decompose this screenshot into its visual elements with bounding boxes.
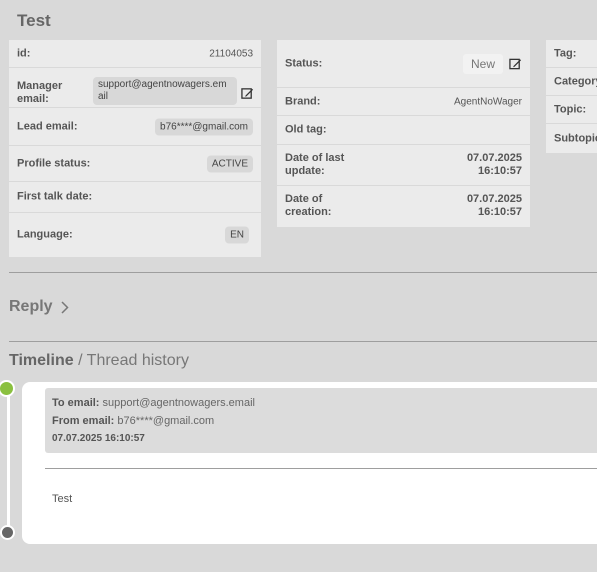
- reply-label: Reply: [9, 298, 53, 315]
- reply-toggle[interactable]: Reply: [9, 298, 69, 316]
- status-value[interactable]: New: [462, 53, 503, 74]
- classification-card: Tag: Category: Topic: Subtopic:: [546, 40, 597, 153]
- tag-label: Tag:: [554, 47, 577, 59]
- row-manager-email: Manager email: support@agentnowagers.ema…: [9, 68, 261, 108]
- row-language: Language: EN: [9, 213, 261, 257]
- message-header: To email: support@agentnowagers.email Fr…: [45, 388, 597, 453]
- timeline-title: Timeline / Thread history: [9, 352, 189, 370]
- profile-status-badge: ACTIVE: [206, 155, 253, 172]
- row-first-talk: First talk date:: [9, 182, 261, 213]
- divider: [9, 272, 597, 273]
- row-topic: Topic:: [546, 96, 597, 124]
- language-label: Language:: [17, 228, 73, 241]
- message-separator: [45, 468, 597, 469]
- timeline-start-dot: [0, 380, 15, 397]
- language-badge: EN: [225, 226, 249, 244]
- brand-label: Brand:: [285, 95, 321, 107]
- from-email-line: From email: b76****@gmail.com: [52, 415, 214, 427]
- id-label: id:: [17, 47, 31, 59]
- profile-status-label: Profile status:: [17, 157, 91, 169]
- row-id: id: 21104053: [9, 40, 261, 68]
- message-date: 07.07.2025 16:10:57: [52, 433, 145, 444]
- creation-label: Date of creation:: [285, 193, 332, 218]
- row-tag: Tag:: [546, 40, 597, 68]
- first-talk-label: First talk date:: [17, 190, 93, 203]
- lead-email-value: b76****@gmail.com: [155, 118, 253, 135]
- row-brand: Brand: AgentNoWager: [277, 88, 530, 116]
- manager-email-label: Manager email:: [17, 80, 63, 105]
- creation-date: 07.07.2025: [466, 193, 522, 205]
- topic-label: Topic:: [554, 103, 587, 115]
- to-email-value: support@agentnowagers.email: [102, 397, 255, 409]
- last-update-label: Date of last update:: [285, 152, 345, 177]
- message-card: To email: support@agentnowagers.email Fr…: [22, 382, 597, 544]
- subtopic-label: Subtopic:: [554, 132, 597, 144]
- message-body: Test: [52, 493, 73, 505]
- row-category: Category:: [546, 68, 597, 96]
- row-status: Status: New: [277, 40, 530, 88]
- ticket-info-card: Status: New Brand: AgentNoWager Old tag:…: [277, 40, 530, 227]
- creation-time: 16:10:57: [477, 206, 522, 218]
- thread-history-label: / Thread history: [78, 352, 189, 369]
- timeline-label: Timeline: [9, 352, 74, 369]
- timeline-end-dot: [0, 525, 15, 540]
- to-email-line: To email: support@agentnowagers.email: [52, 397, 255, 409]
- last-update-date: 07.07.2025: [466, 152, 522, 164]
- page-title: Test: [17, 11, 51, 30]
- last-update-time: 16:10:57: [477, 165, 522, 177]
- row-last-update: Date of last update: 07.07.2025 16:10:57: [277, 145, 530, 186]
- old-tag-label: Old tag:: [285, 123, 327, 136]
- edit-icon[interactable]: [241, 87, 254, 100]
- edit-icon[interactable]: [509, 57, 522, 70]
- status-label: Status:: [285, 57, 323, 69]
- row-old-tag: Old tag:: [277, 116, 530, 145]
- manager-email-value: support@agentnowagers.email: [93, 77, 237, 105]
- divider: [9, 341, 597, 342]
- timeline-line: [7, 390, 10, 534]
- chevron-right-icon: [61, 300, 69, 314]
- lead-info-card: id: 21104053 Manager email: support@agen…: [9, 40, 261, 257]
- from-email-value: b76****@gmail.com: [117, 415, 215, 427]
- row-subtopic: Subtopic:: [546, 124, 597, 153]
- row-creation: Date of creation: 07.07.2025 16:10:57: [277, 186, 530, 227]
- row-lead-email: Lead email: b76****@gmail.com: [9, 108, 261, 146]
- brand-value: AgentNoWager: [454, 96, 522, 107]
- id-value: 21104053: [209, 48, 253, 59]
- to-email-label: To email:: [52, 397, 100, 409]
- row-profile-status: Profile status: ACTIVE: [9, 146, 261, 182]
- category-label: Category:: [554, 75, 597, 87]
- lead-email-label: Lead email:: [17, 120, 78, 132]
- from-email-label: From email:: [52, 415, 115, 427]
